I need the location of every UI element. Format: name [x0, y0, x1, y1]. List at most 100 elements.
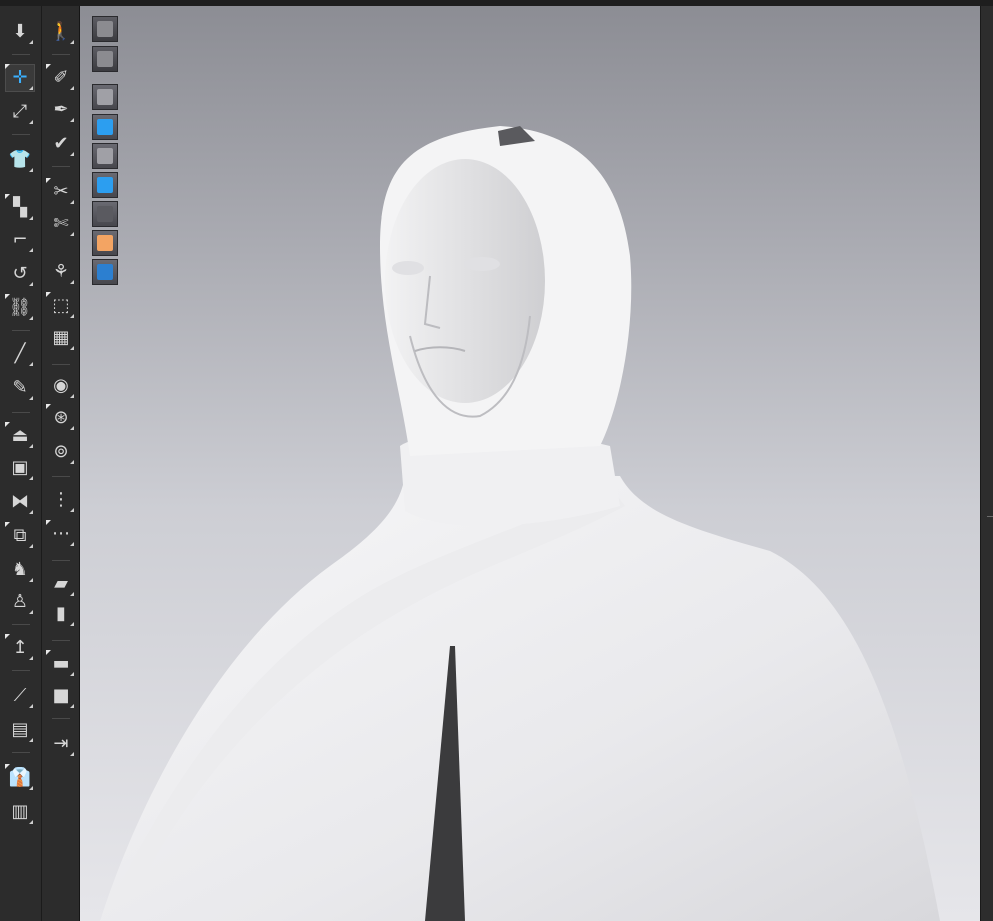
shirt-layer-icon: ▥ [11, 801, 29, 822]
avatar-edit-tool-button[interactable]: ⏏ [5, 422, 35, 450]
toolbar-separator [12, 412, 30, 413]
fabric-tool-button[interactable]: ⬚ [46, 292, 76, 320]
tool-group-marker-icon [5, 634, 10, 639]
select-move-icon: ✛ [12, 67, 28, 88]
tool-group-marker-icon [5, 194, 10, 199]
tack-tool-button[interactable]: ✎ [5, 374, 35, 402]
tool-group-marker-icon [46, 292, 51, 297]
select-mesh-icon: ⤢ [12, 101, 28, 122]
zipper-slider-icon: ⋯ [52, 523, 70, 544]
walk-tool-button[interactable]: 🚶 [46, 18, 76, 46]
show-environment-toggle[interactable] [92, 259, 118, 285]
3d-viewport[interactable] [80, 6, 980, 921]
submenu-indicator-icon [70, 592, 74, 596]
submenu-indicator-icon [29, 86, 33, 90]
garment-avatar-render [100, 126, 940, 921]
submenu-indicator-icon [29, 396, 33, 400]
trace-icon: ✂ [53, 181, 69, 202]
measure-tool-button[interactable]: ⟋ [5, 682, 35, 710]
tool-group-marker-icon [5, 64, 10, 69]
fold-tool-button[interactable]: ↺ [5, 260, 35, 288]
tool-column-primary: ⬇ ✛ ⤢ 👕 ▚ ⌐ ↺ ⛓ ╱ ✎ ⏏ ▣ ⧓ ⧉ ♞ ♙ ↥ ⟋ ▤ 👔 ▥ [0, 6, 42, 921]
button-add-tool-button[interactable]: ◉ [46, 372, 76, 400]
symmetry-icon: ⧓ [11, 491, 29, 512]
select-mesh-tool-button[interactable]: ⤢ [5, 98, 35, 126]
press-tool-button[interactable]: ♞ [5, 556, 35, 584]
show-skin-icon [97, 235, 113, 251]
simulation-icon: ⬇ [12, 21, 28, 42]
tool-column-secondary: 🚶 ✐ ✒ ✔ ✂ ✄ ⚘ ⬚ ▦ ◉ ⊛ ⊚ ⋮ ⋯ ▰ ▮ ▬ ■ ⇥ [42, 6, 80, 921]
panel-icon: ▮ [56, 603, 66, 624]
shirt-layer-tool-button[interactable]: ▥ [5, 798, 35, 826]
submenu-indicator-icon [29, 362, 33, 366]
graphic-tool-button[interactable]: ▦ [46, 324, 76, 352]
sewing-tool-button[interactable]: ⛓ [5, 294, 35, 322]
show-shading-toggle[interactable] [92, 201, 118, 227]
show-shading-icon [97, 206, 113, 222]
panel-tool-button[interactable]: ▮ [46, 600, 76, 628]
pattern-edit-tool-button[interactable]: ▚ [5, 194, 35, 222]
measure-icon: ⟋ [13, 685, 27, 706]
pin-icon: ╱ [14, 343, 26, 364]
view-garment-outline-toggle[interactable] [92, 46, 118, 72]
toolbar-separator [12, 54, 30, 55]
edit-texture-icon: ✔ [53, 133, 69, 154]
submenu-indicator-icon [70, 40, 74, 44]
trace-tool-button[interactable]: ✂ [46, 178, 76, 206]
binding-tool-button[interactable]: ▬ [46, 650, 76, 678]
cut-tool-button[interactable]: ✄ [46, 210, 76, 238]
size-change-tool-button[interactable]: ↥ [5, 634, 35, 662]
graphic-icon: ▦ [52, 327, 70, 348]
submenu-indicator-icon [70, 314, 74, 318]
submenu-indicator-icon [70, 622, 74, 626]
shirt-grading-tool-button[interactable]: 👔 [5, 764, 35, 792]
arrangement-tool-button[interactable]: ▣ [5, 454, 35, 482]
show-avatar-toggle[interactable] [92, 143, 118, 169]
toolbar-separator [52, 166, 70, 167]
pin-tool-button[interactable]: ╱ [5, 340, 35, 368]
toolbar-separator [52, 718, 70, 719]
sewing-icon: ⛓ [8, 297, 32, 318]
transform-pattern-tool-button[interactable]: ⌐ [5, 226, 35, 254]
avatar-pose-tool-button[interactable]: ♙ [5, 588, 35, 616]
submenu-indicator-icon [29, 578, 33, 582]
tool-group-marker-icon [5, 764, 10, 769]
toolbar-separator [12, 624, 30, 625]
submenu-indicator-icon [70, 672, 74, 676]
submenu-indicator-icon [29, 704, 33, 708]
zipper-slider-tool-button[interactable]: ⋯ [46, 520, 76, 548]
submenu-indicator-icon [29, 738, 33, 742]
button-tool-button[interactable]: ⊛ [46, 404, 76, 432]
select-move-tool-button[interactable]: ✛ [5, 64, 35, 92]
edit-texture-tool-button[interactable]: ✔ [46, 130, 76, 158]
puckering-icon: ▰ [54, 573, 68, 594]
needle-icon: ✒ [53, 99, 69, 120]
zipper-tool-button[interactable]: ⋮ [46, 486, 76, 514]
knit-tool-button[interactable]: ⚘ [46, 258, 76, 286]
needle-tool-button[interactable]: ✒ [46, 96, 76, 124]
show-fabric-toggle[interactable] [92, 172, 118, 198]
simulation-tool-button[interactable]: ⬇ [5, 18, 35, 46]
submenu-indicator-icon [29, 316, 33, 320]
buttonhole-tool-button[interactable]: ⊚ [46, 438, 76, 466]
tool-group-marker-icon [46, 64, 51, 69]
show-garment-icon [97, 89, 113, 105]
show-skin-toggle[interactable] [92, 230, 118, 256]
toolbar-separator [12, 330, 30, 331]
toolbar-separator [52, 476, 70, 477]
submenu-indicator-icon [29, 216, 33, 220]
puckering-tool-button[interactable]: ▰ [46, 570, 76, 598]
tape-tool-button[interactable]: ▤ [5, 716, 35, 744]
garment-tool-button[interactable]: 👕 [5, 146, 35, 174]
brush-tool-button[interactable]: ✐ [46, 64, 76, 92]
show-texture-toggle[interactable] [92, 114, 118, 140]
symmetry-tool-button[interactable]: ⧓ [5, 488, 35, 516]
fitting-tool-button[interactable]: ⧉ [5, 522, 35, 550]
panel-divider [987, 516, 993, 517]
submenu-indicator-icon [29, 40, 33, 44]
block-tool-button[interactable]: ■ [46, 682, 76, 710]
view-3d-garment-toggle[interactable] [92, 16, 118, 42]
show-texture-icon [97, 119, 113, 135]
merge-tool-button[interactable]: ⇥ [46, 730, 76, 758]
show-garment-toggle[interactable] [92, 84, 118, 110]
